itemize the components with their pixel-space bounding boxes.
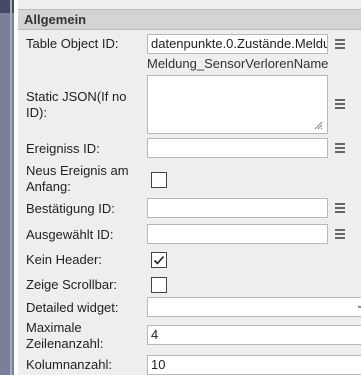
- sidebar-divider: [10, 0, 12, 375]
- label-ausgewaehlt-id: Ausgewählt ID:: [26, 227, 114, 242]
- widget-properties-panel: Allgemein Table Object ID: datenpunkte.0…: [18, 0, 361, 375]
- static-json-textarea[interactable]: [147, 75, 328, 134]
- list-icon: [335, 143, 345, 153]
- ausgewaehlt-id-select-button[interactable]: [331, 225, 349, 243]
- bestaetigung-id-select-button[interactable]: [331, 199, 349, 217]
- label-detailed-widget: Detailed widget:: [26, 300, 119, 315]
- list-icon: [335, 229, 345, 239]
- label-ereigniss-id: Ereigniss ID:: [26, 141, 100, 156]
- label-maximale-zeilen: Maximale Zeilenanzahl:: [26, 320, 104, 351]
- kein-header-checkbox[interactable]: [151, 252, 167, 268]
- maximale-zeilen-input[interactable]: 4: [147, 325, 361, 345]
- ereigniss-id-input[interactable]: [147, 138, 328, 158]
- label-neus-ereignis: Neus Ereignis am Anfang:: [26, 163, 129, 194]
- detailed-widget-select[interactable]: ⌄: [147, 297, 361, 317]
- section-header-allgemein[interactable]: Allgemein: [18, 9, 361, 30]
- label-static-json: Static JSON(If no ID):: [26, 89, 127, 120]
- bestaetigung-id-input[interactable]: [147, 198, 328, 218]
- label-table-object-id: Table Object ID:: [26, 36, 119, 51]
- table-object-id-hint: Meldung_SensorVerlorenName: [147, 56, 329, 71]
- zeige-scrollbar-checkbox[interactable]: [151, 277, 167, 293]
- label-bestaetigung-id: Bestätigung ID:: [26, 201, 115, 216]
- left-sidebar-edge: [0, 0, 14, 375]
- kolumnanzahl-input[interactable]: 10: [147, 355, 361, 375]
- static-json-select-button[interactable]: [331, 95, 349, 113]
- label-kolumnanzahl: Kolumnanzahl:: [26, 357, 112, 372]
- check-icon: [153, 255, 165, 265]
- ereigniss-id-select-button[interactable]: [331, 139, 349, 157]
- resize-grip-icon[interactable]: [314, 121, 323, 130]
- chevron-down-icon: ⌄: [355, 300, 361, 311]
- table-object-id-select-button[interactable]: [331, 35, 349, 53]
- ausgewaehlt-id-input[interactable]: [147, 224, 328, 244]
- neus-ereignis-checkbox[interactable]: [151, 172, 167, 188]
- label-kein-header: Kein Header:: [26, 252, 102, 267]
- section-title: Allgemein: [24, 12, 87, 27]
- list-icon: [335, 99, 345, 109]
- label-zeige-scrollbar: Zeige Scrollbar:: [26, 277, 118, 292]
- list-icon: [335, 203, 345, 213]
- list-icon: [335, 39, 345, 49]
- table-object-id-input[interactable]: datenpunkte.0.Zustände.Meldung_SensorVer…: [147, 34, 328, 54]
